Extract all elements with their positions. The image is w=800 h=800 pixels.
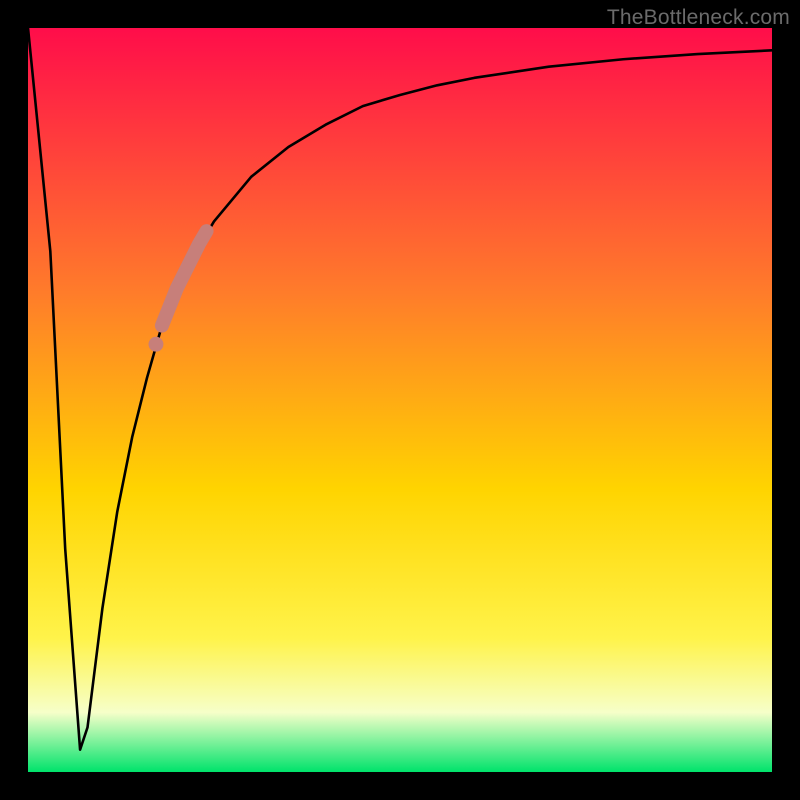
plot-area: [28, 28, 772, 772]
credit-text: TheBottleneck.com: [607, 6, 790, 30]
curve-layer: [28, 28, 772, 772]
highlight-dot: [149, 337, 164, 352]
bottleneck-curve: [28, 28, 772, 750]
stage: TheBottleneck.com: [0, 0, 800, 800]
highlight-segment: [162, 231, 207, 325]
